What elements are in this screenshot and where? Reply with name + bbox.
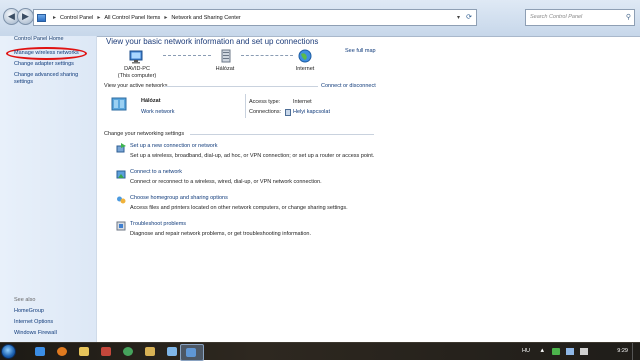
breadcrumb-network-center[interactable]: Network and Sharing Center <box>171 15 240 21</box>
clock[interactable]: 9:29 <box>617 348 628 354</box>
divider <box>190 134 374 135</box>
control-panel-icon <box>37 13 46 22</box>
see-full-map-link[interactable]: See full map <box>345 48 376 54</box>
breadcrumb-all-items[interactable]: All Control Panel Items <box>104 15 160 21</box>
language-indicator[interactable]: HU <box>522 348 530 354</box>
globe-icon <box>298 49 312 63</box>
connections-link[interactable]: Helyi kapcsolat <box>293 109 330 115</box>
control-panel-window: ◀ ▶ ▸ Control Panel ▸ All Control Panel … <box>0 0 640 342</box>
folder-icon <box>79 347 89 356</box>
vertical-divider <box>245 94 246 118</box>
forward-button[interactable]: ▶ <box>17 8 34 25</box>
task-setup-connection-desc: Set up a wireless, broadband, dial-up, a… <box>130 153 375 159</box>
task-homegroup-link[interactable]: Choose homegroup and sharing options <box>130 195 228 201</box>
work-network-icon <box>111 97 127 111</box>
address-bar[interactable]: ▸ Control Panel ▸ All Control Panel Item… <box>33 9 477 26</box>
new-connection-icon <box>116 143 126 153</box>
access-type-value: Internet <box>293 99 312 105</box>
taskbar: HU ▴ 9:29 <box>0 342 640 361</box>
divider <box>164 86 318 87</box>
chevron-right-icon: ▸ <box>97 15 101 21</box>
task-troubleshoot-link[interactable]: Troubleshoot problems <box>130 221 186 227</box>
show-hidden-icon[interactable]: ▴ <box>540 346 544 354</box>
network-type-link[interactable]: Work network <box>141 109 175 115</box>
search-icon[interactable]: ⚲ <box>626 10 631 25</box>
task-troubleshoot-desc: Diagnose and repair network problems, or… <box>130 231 311 237</box>
map-link-line <box>241 55 293 56</box>
access-type-label: Access type: <box>249 99 281 105</box>
browser-icon <box>35 347 45 356</box>
control-panel-icon <box>186 348 196 357</box>
taskbar-app-paint[interactable] <box>140 344 160 359</box>
taskbar-app-media[interactable] <box>96 344 116 359</box>
map-node-name: Internet <box>295 66 315 72</box>
volume-icon[interactable] <box>580 348 588 355</box>
chevron-right-icon: ▸ <box>164 15 168 21</box>
people-icon <box>167 347 177 356</box>
sidebar-control-panel-home[interactable]: Control Panel Home <box>14 36 94 43</box>
network-name: Hálózat <box>141 98 161 104</box>
page-title: View your basic network information and … <box>106 37 319 46</box>
media-icon <box>101 347 111 356</box>
map-node-sub: (This computer) <box>117 72 157 79</box>
refresh-icon[interactable]: ⟳ <box>466 13 472 21</box>
troubleshoot-icon <box>116 221 126 231</box>
see-also-windows-firewall[interactable]: Windows Firewall <box>14 330 94 337</box>
start-button[interactable] <box>1 344 16 359</box>
address-toolbar: ◀ ▶ ▸ Control Panel ▸ All Control Panel … <box>0 0 640 37</box>
task-setup-connection-link[interactable]: Set up a new connection or network <box>130 143 217 149</box>
taskbar-app-firefox[interactable] <box>52 344 72 359</box>
connect-disconnect-link[interactable]: Connect or disconnect <box>321 83 376 89</box>
show-desktop-button[interactable] <box>632 343 640 360</box>
map-node-computer[interactable]: DAVID-PC (This computer) <box>117 66 157 79</box>
map-node-name: Hálózat <box>215 66 235 72</box>
main-panel: View your basic network information and … <box>97 36 640 342</box>
firefox-icon <box>57 347 67 356</box>
task-connect-network-link[interactable]: Connect to a network <box>130 169 182 175</box>
homegroup-icon <box>117 196 126 204</box>
map-node-network[interactable]: Hálózat <box>205 66 245 73</box>
task-connect-network-desc: Connect or reconnect to a wireless, wire… <box>130 179 322 185</box>
chevron-right-icon: ▸ <box>53 15 57 21</box>
address-dropdown-icon[interactable]: ▾ <box>457 14 460 21</box>
tray-icon-green[interactable] <box>552 348 560 355</box>
task-homegroup-desc: Access files and printers located on oth… <box>130 205 348 211</box>
active-networks-heading: View your active networks <box>104 83 168 89</box>
taskbar-app-people[interactable] <box>162 344 182 359</box>
taskbar-app-explorer[interactable] <box>74 344 94 359</box>
see-also-internet-options[interactable]: Internet Options <box>14 319 94 326</box>
taskbar-app-control-panel[interactable] <box>180 344 204 361</box>
forward-arrow-icon: ▶ <box>22 11 29 21</box>
network-tray-icon[interactable] <box>566 348 574 355</box>
messenger-icon <box>123 347 133 356</box>
map-node-internet[interactable]: Internet <box>285 66 325 73</box>
computer-icon <box>129 50 143 64</box>
paint-icon <box>145 347 155 356</box>
network-icon <box>221 49 231 63</box>
sidebar: Control Panel Home Manage wireless netwo… <box>0 36 97 342</box>
search-placeholder: Search Control Panel <box>530 14 583 20</box>
map-link-line <box>163 55 211 56</box>
settings-heading: Change your networking settings <box>104 131 185 137</box>
see-also-heading: See also <box>14 297 36 303</box>
breadcrumb-control-panel[interactable]: Control Panel <box>60 15 93 21</box>
sidebar-change-adapter[interactable]: Change adapter settings <box>14 61 94 68</box>
connect-network-icon <box>116 170 126 179</box>
ethernet-icon <box>285 109 291 116</box>
connections-label: Connections: <box>249 109 282 115</box>
taskbar-app-ie[interactable] <box>30 344 50 359</box>
sidebar-manage-wireless[interactable]: Manage wireless networks <box>14 50 94 57</box>
sidebar-advanced-sharing[interactable]: Change advanced sharing settings <box>14 72 94 86</box>
taskbar-app-messenger[interactable] <box>118 344 138 359</box>
search-input[interactable]: Search Control Panel ⚲ <box>525 9 635 26</box>
see-also-homegroup[interactable]: HomeGroup <box>14 308 94 315</box>
